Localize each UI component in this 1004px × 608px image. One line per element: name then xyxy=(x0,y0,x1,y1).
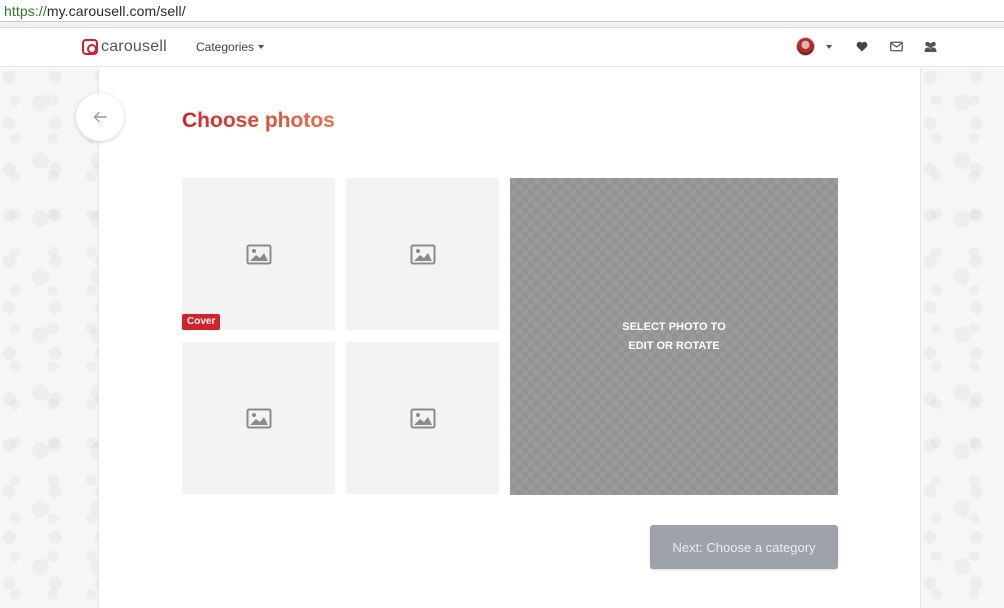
categories-label: Categories xyxy=(196,40,255,54)
cover-badge: Cover xyxy=(182,314,221,330)
photo-slot-4[interactable] xyxy=(346,342,499,494)
top-navigation: carousell Categories xyxy=(0,28,1004,67)
envelope-icon[interactable] xyxy=(888,39,904,55)
arrow-left-icon xyxy=(93,111,107,123)
photo-slot-3[interactable] xyxy=(182,342,335,494)
chevron-down-icon[interactable] xyxy=(826,44,832,49)
background-pattern-left xyxy=(0,68,99,608)
image-placeholder-icon xyxy=(410,244,435,264)
chevron-down-icon xyxy=(258,45,265,49)
photo-editor-area[interactable]: SELECT PHOTO TO EDIT OR ROTATE xyxy=(510,178,838,495)
page-title: Choose photos xyxy=(182,109,335,132)
users-icon[interactable] xyxy=(922,39,938,55)
avatar[interactable] xyxy=(796,37,815,56)
image-placeholder-icon xyxy=(410,408,435,428)
carousell-logo[interactable]: carousell xyxy=(82,38,167,56)
editor-instruction-line-1: SELECT PHOTO TO xyxy=(622,320,726,333)
back-button[interactable] xyxy=(76,93,124,141)
categories-dropdown[interactable]: Categories xyxy=(196,40,265,54)
carousell-logo-icon xyxy=(82,39,98,55)
photo-slot-2[interactable] xyxy=(346,178,499,330)
heart-icon[interactable] xyxy=(854,39,870,55)
editor-instruction-line-2: EDIT OR ROTATE xyxy=(628,339,720,352)
image-placeholder-icon xyxy=(246,408,271,428)
nav-right-group xyxy=(796,37,956,56)
editor-instruction: SELECT PHOTO TO EDIT OR ROTATE xyxy=(599,318,749,356)
url-text: https://my.carousell.com/sell/ xyxy=(4,2,186,19)
logo-text: carousell xyxy=(101,38,167,55)
address-bar[interactable]: https://my.carousell.com/sell/ xyxy=(0,0,1004,22)
image-placeholder-icon xyxy=(246,244,271,264)
background-pattern-right xyxy=(920,68,1004,608)
next-choose-category-button[interactable]: Next: Choose a category xyxy=(650,525,838,569)
photo-slot-1[interactable] xyxy=(182,178,335,330)
